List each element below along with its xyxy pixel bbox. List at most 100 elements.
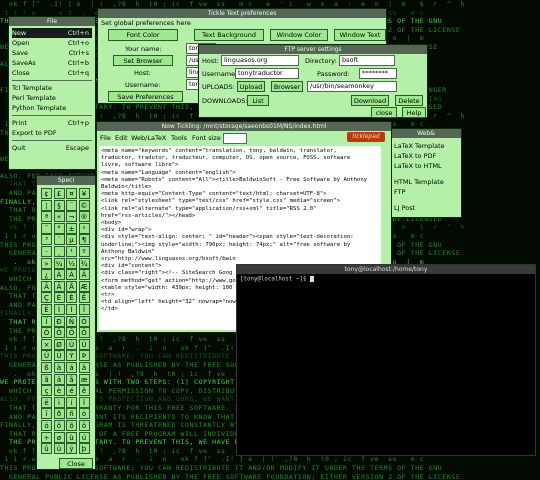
special-char-button[interactable]: « [53,211,65,223]
special-char-button[interactable]: ¸ [53,246,65,257]
file-menu-item[interactable]: Save Ctrl+s [12,48,92,58]
special-char-button[interactable]: Æ [78,280,90,292]
special-char-button[interactable]: Ã [41,280,52,292]
set-browser-button[interactable]: Set Browser [113,55,173,66]
special-char-button[interactable]: Ù [66,338,77,350]
special-char-button[interactable]: ë [41,396,52,408]
special-char-button[interactable]: ¶ [78,234,90,246]
special-char-button[interactable]: × [41,338,52,350]
special-char-button[interactable]: í [66,396,77,408]
special-char-button[interactable]: â [78,362,90,373]
special-char-button[interactable]: À [53,269,65,281]
special-char-button[interactable]: Û [41,350,52,362]
special-char-button[interactable]: ö [78,420,90,431]
special-char-button[interactable]: ê [78,385,90,397]
editor-menu-weblatex[interactable]: Web/LaTeX [131,134,166,142]
special-char-button[interactable]: µ [66,234,77,246]
special-char-button[interactable]: é [66,385,77,397]
file-menu-item[interactable]: Perl Template [12,93,92,103]
special-char-button[interactable]: Î [78,304,90,315]
editor-menu-edit[interactable]: Edit [115,134,128,142]
special-char-button[interactable]: ³ [41,234,52,246]
special-char-button[interactable]: Þ [78,350,90,362]
file-menu-item[interactable]: Export to PDF [12,128,92,138]
special-char-button[interactable]: å [66,373,77,385]
web-menu-item[interactable]: HTML Template [394,177,458,187]
special-char-button[interactable]: ± [66,222,77,234]
special-char-button[interactable]: Õ [66,327,77,339]
special-char-button[interactable]: ¥ [78,188,90,199]
font-color-button[interactable]: Font Color [108,29,178,41]
terminal-body[interactable]: [tony@localhost ~]$ [237,274,535,285]
special-char-button[interactable]: · [41,246,52,257]
ftp-directory-input[interactable]: bsoft [339,55,395,66]
special-char-button[interactable]: ¬ [66,211,77,223]
special-char-button[interactable]: £ [53,188,65,199]
special-char-button[interactable]: Ç [41,292,52,304]
special-chars-titlebar[interactable]: Speci [37,176,95,185]
special-char-button[interactable]: ´ [53,234,65,246]
web-menu-item[interactable]: LaTeX Template [394,141,458,151]
file-menu-item[interactable]: Open Ctrl+o [12,38,92,48]
file-menu-item[interactable]: SaveAs Ctrl+b [12,58,92,68]
special-char-button[interactable]: Á [66,269,77,281]
browser-button[interactable]: Browser [271,81,303,92]
special-char-button[interactable]: Ó [41,327,52,339]
special-char-button[interactable]: Å [66,280,77,292]
delete-button[interactable]: Delete [395,95,423,106]
special-chars-close-button[interactable]: Close [59,458,93,469]
download-button[interactable]: Download [351,95,389,106]
special-char-button[interactable]: Ø [53,338,65,350]
special-char-button[interactable]: ¢ [41,188,52,199]
special-char-button[interactable]: © [78,199,90,211]
special-char-button[interactable]: Ê [78,292,90,304]
editor-titlebar[interactable]: Now Tickling: /mnt/storage/saeonbs01M/NS… [97,122,391,131]
special-char-button[interactable]: õ [66,420,77,431]
special-char-button[interactable]: ¼ [53,257,65,269]
upload-button[interactable]: Upload [237,81,265,92]
file-menu-item[interactable]: Print Ctrl+p [12,118,92,128]
special-char-button[interactable]: Ú [78,338,90,350]
file-menu-item[interactable]: Python Template [12,103,92,113]
special-char-button[interactable]: î [78,396,90,408]
file-menu-item[interactable]: Close Ctrl+q [12,68,92,78]
special-char-button[interactable]: ì [53,396,65,408]
web-menu-item[interactable]: LJ Post [394,203,458,213]
special-char-button[interactable]: ® [78,211,90,223]
special-char-button[interactable]: Â [78,269,90,281]
special-char-button[interactable]: º [78,246,90,257]
special-char-button[interactable]: ô [53,420,65,431]
list-button[interactable]: List [247,95,269,106]
window-text-button[interactable]: Window Text [334,29,386,41]
special-char-button[interactable]: ç [41,385,52,397]
special-char-button[interactable]: ª [41,211,52,223]
window-color-button[interactable]: Window Color [270,29,328,41]
special-char-button[interactable]: ú [78,431,90,443]
ftp-host-input[interactable]: linguasos.org [221,55,299,66]
special-char-button[interactable]: ý [66,443,77,455]
special-char-button[interactable]: Ë [41,304,52,315]
web-menu-item[interactable]: LaTeX to PDF [394,151,458,161]
special-char-button[interactable]: ä [53,373,65,385]
special-char-button[interactable]: Í [66,304,77,315]
special-char-button[interactable]: ½ [66,257,77,269]
special-char-button[interactable]: þ [78,443,90,455]
file-menu-item[interactable]: Quit Escape [12,143,92,153]
special-char-button[interactable]: ¾ [78,257,90,269]
special-char-button[interactable]: ü [53,443,65,455]
editor-menu-font-size[interactable]: Font size [192,134,221,142]
special-char-button[interactable]: ó [41,420,52,431]
special-char-button[interactable]: ñ [66,408,77,420]
special-char-button[interactable]: Ý [66,350,77,362]
special-char-button[interactable]: à [53,362,65,373]
file-menu-item[interactable]: New Ctrl+n [12,28,92,38]
special-char-button[interactable]: ß [41,362,52,373]
web-menu-titlebar[interactable]: Web& [391,129,461,138]
special-char-button[interactable]: § [53,199,65,211]
special-char-button[interactable]: ¹ [66,246,77,257]
special-char-button[interactable]: È [53,292,65,304]
special-char-button[interactable]: è [53,385,65,397]
ftp-help-button[interactable]: Help [402,107,426,118]
special-char-button[interactable]: ï [41,408,52,420]
web-menu-item[interactable]: LaTeX to HTML [394,161,458,171]
